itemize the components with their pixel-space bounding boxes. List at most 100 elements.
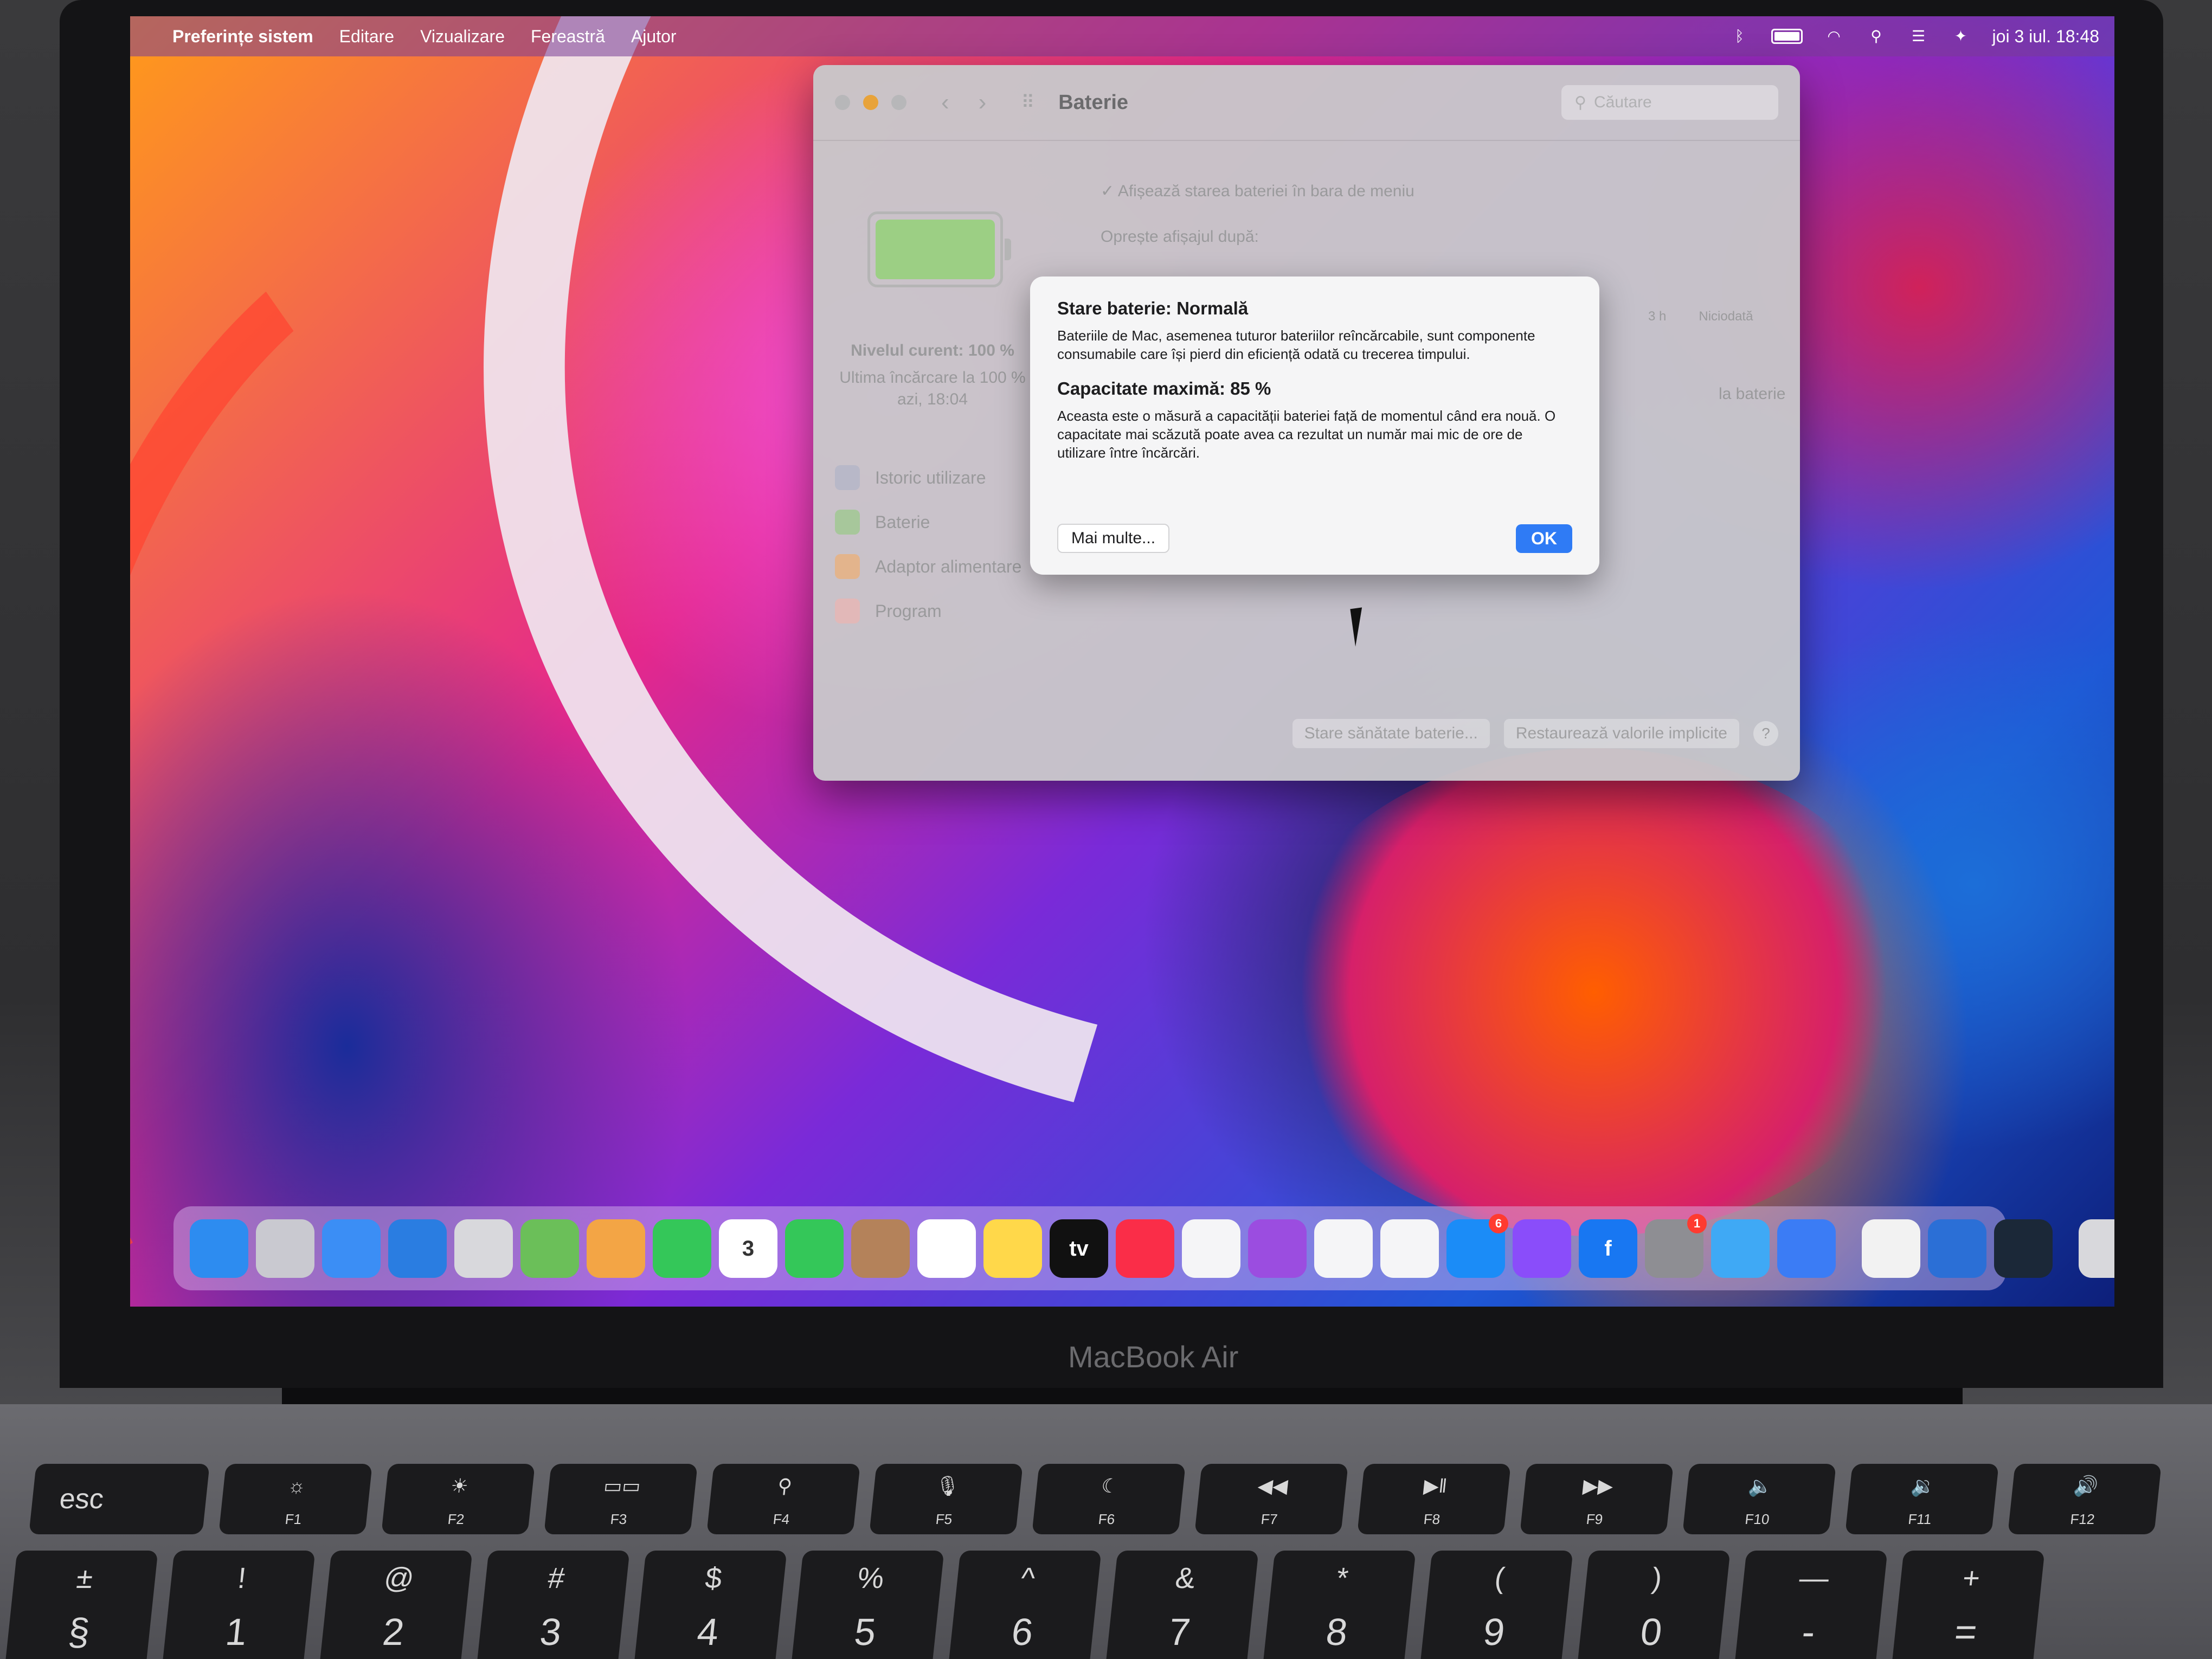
f11-key[interactable]: 🔉 F11 bbox=[1845, 1464, 1999, 1534]
menu-window[interactable]: Fereastră bbox=[531, 27, 605, 47]
f-key-label: F12 bbox=[2069, 1511, 2096, 1527]
number-key[interactable]: ± § bbox=[4, 1551, 158, 1659]
xcode-like-icon[interactable] bbox=[1711, 1219, 1770, 1278]
minimize-button[interactable] bbox=[863, 95, 878, 110]
sidebar-item-power-adapter[interactable]: Adaptor alimentare bbox=[835, 544, 1021, 589]
app-store-icon[interactable]: 6 bbox=[1446, 1213, 1508, 1278]
messages-icon[interactable] bbox=[785, 1219, 844, 1278]
notes-icon[interactable] bbox=[983, 1219, 1042, 1278]
facetime-icon[interactable] bbox=[653, 1219, 711, 1278]
f1-key[interactable]: ☼ F1 bbox=[218, 1464, 372, 1534]
number-key[interactable]: $4 bbox=[633, 1551, 787, 1659]
system-preferences-icon[interactable]: 1 bbox=[1645, 1213, 1707, 1278]
bluetooth-icon[interactable]: ᛒ bbox=[1729, 28, 1751, 44]
f7-key[interactable]: ◀◀ F7 bbox=[1194, 1464, 1348, 1534]
key-shift-glyph: @ bbox=[382, 1562, 416, 1594]
menu-app-name[interactable]: Preferințe sistem bbox=[172, 27, 313, 47]
number-key[interactable]: #3 bbox=[476, 1551, 630, 1659]
show-all-grid-icon[interactable]: ⠿ bbox=[1021, 92, 1034, 113]
wifi-icon[interactable]: ◠ bbox=[1823, 28, 1845, 44]
f10-key[interactable]: 🔈 F10 bbox=[1682, 1464, 1836, 1534]
number-key[interactable]: ! 1 bbox=[162, 1551, 316, 1659]
back-arrow-icon[interactable]: ‹ bbox=[941, 89, 949, 116]
spotlight-icon[interactable]: ⚲ bbox=[1866, 28, 1887, 44]
f8-key[interactable]: ▶‖ F8 bbox=[1357, 1464, 1511, 1534]
notes-stack-icon[interactable] bbox=[454, 1219, 513, 1278]
number-key[interactable]: (9 bbox=[1419, 1551, 1573, 1659]
f5-key[interactable]: 🎙 F5 bbox=[869, 1464, 1023, 1534]
key-glyph: - bbox=[1800, 1611, 1817, 1653]
roblox-icon[interactable] bbox=[1777, 1219, 1836, 1278]
power-adapter-icon bbox=[835, 554, 860, 579]
f-key-icon: 🔈 bbox=[1747, 1475, 1774, 1497]
close-button[interactable] bbox=[835, 95, 850, 110]
forward-arrow-icon[interactable]: › bbox=[979, 89, 987, 116]
key-glyph: 1 bbox=[223, 1611, 249, 1653]
more-info-button[interactable]: Mai multe... bbox=[1057, 524, 1170, 553]
numbers-icon[interactable] bbox=[1314, 1219, 1373, 1278]
calendar-icon[interactable]: 3 bbox=[719, 1219, 777, 1278]
mail-icon[interactable] bbox=[322, 1219, 381, 1278]
sidebar-item-schedule[interactable]: Program bbox=[835, 589, 1021, 633]
number-key[interactable]: ) 0 bbox=[1577, 1551, 1731, 1659]
f-key-label: F4 bbox=[772, 1511, 790, 1527]
control-center-icon[interactable]: ☰ bbox=[1908, 28, 1930, 44]
sidebar-item-usage-history[interactable]: Istoric utilizare bbox=[835, 455, 1021, 500]
f4-key[interactable]: ⚲ F4 bbox=[706, 1464, 860, 1534]
steam-icon[interactable] bbox=[1994, 1219, 2053, 1278]
ok-button[interactable]: OK bbox=[1516, 524, 1572, 553]
help-button[interactable]: ? bbox=[1753, 721, 1778, 746]
f-key-icon: 🎙 bbox=[934, 1475, 961, 1497]
menu-help[interactable]: Ajutor bbox=[631, 27, 677, 47]
tv-icon[interactable]: tv bbox=[1050, 1219, 1108, 1278]
chrome-icon[interactable] bbox=[1862, 1219, 1920, 1278]
f-key-label: F2 bbox=[447, 1511, 465, 1527]
siri-icon[interactable]: ✦ bbox=[1950, 28, 1972, 44]
capacity-body: Aceasta este o măsură a capacității bate… bbox=[1057, 408, 1556, 461]
launchpad-icon[interactable] bbox=[256, 1219, 314, 1278]
messenger-icon[interactable] bbox=[1513, 1219, 1571, 1278]
number-key[interactable]: & 7 bbox=[1105, 1551, 1259, 1659]
key-glyph: § bbox=[66, 1611, 92, 1653]
restore-defaults-button[interactable]: Restaurează valorile implicite bbox=[1503, 719, 1739, 748]
music-icon[interactable] bbox=[1116, 1219, 1174, 1278]
number-key[interactable]: % 5 bbox=[790, 1551, 944, 1659]
show-status-checkbox[interactable]: ✓ Afișează starea bateriei în bara de me… bbox=[1101, 182, 1414, 201]
safari-icon[interactable] bbox=[388, 1219, 447, 1278]
alert-title: Stare baterie: Normală bbox=[1057, 298, 1249, 318]
podcasts-icon[interactable] bbox=[1248, 1219, 1307, 1278]
f9-key[interactable]: ▶▶ F9 bbox=[1520, 1464, 1674, 1534]
keynote-icon[interactable] bbox=[1182, 1219, 1240, 1278]
zoom-button[interactable] bbox=[891, 95, 906, 110]
f2-key[interactable]: ☀ F2 bbox=[381, 1464, 535, 1534]
sidebar-item-battery[interactable]: Baterie bbox=[835, 500, 1021, 544]
key-glyph: 2 bbox=[381, 1611, 407, 1653]
menu-clock[interactable]: joi 3 iul. 18:48 bbox=[1992, 27, 2099, 47]
maps-icon[interactable] bbox=[520, 1219, 579, 1278]
f3-key[interactable]: ▭▭ F3 bbox=[544, 1464, 698, 1534]
esc-key[interactable]: esc bbox=[29, 1464, 210, 1534]
battery-icon[interactable] bbox=[1771, 29, 1803, 44]
number-key[interactable]: ^ 6 bbox=[948, 1551, 1102, 1659]
f12-key[interactable]: 🔊 F12 bbox=[2008, 1464, 2162, 1534]
number-key[interactable]: + = bbox=[1891, 1551, 2045, 1659]
pages-icon[interactable] bbox=[1380, 1219, 1439, 1278]
reminders-icon[interactable] bbox=[917, 1219, 976, 1278]
menu-view[interactable]: Vizualizare bbox=[420, 27, 505, 47]
battery-health-button[interactable]: Stare sănătate baterie... bbox=[1292, 719, 1490, 748]
window-titlebar: ‹ › ⠿ Baterie ⚲ Căutare bbox=[813, 65, 1800, 141]
f6-key[interactable]: ☾ F6 bbox=[1032, 1464, 1186, 1534]
contacts-icon[interactable] bbox=[851, 1219, 910, 1278]
number-key[interactable]: * 8 bbox=[1262, 1551, 1416, 1659]
search-field[interactable]: ⚲ Căutare bbox=[1561, 85, 1778, 120]
key-shift-glyph: ± bbox=[75, 1562, 95, 1594]
photos-icon[interactable] bbox=[587, 1219, 645, 1278]
quicktime-icon[interactable] bbox=[1928, 1219, 1986, 1278]
facebook-icon[interactable]: f bbox=[1579, 1219, 1637, 1278]
calendar-icon bbox=[835, 599, 860, 623]
trash-icon[interactable] bbox=[2079, 1219, 2114, 1278]
finder-icon[interactable] bbox=[190, 1219, 248, 1278]
number-key[interactable]: — - bbox=[1734, 1551, 1888, 1659]
number-key[interactable]: @2 bbox=[319, 1551, 473, 1659]
menu-edit[interactable]: Editare bbox=[339, 27, 394, 47]
